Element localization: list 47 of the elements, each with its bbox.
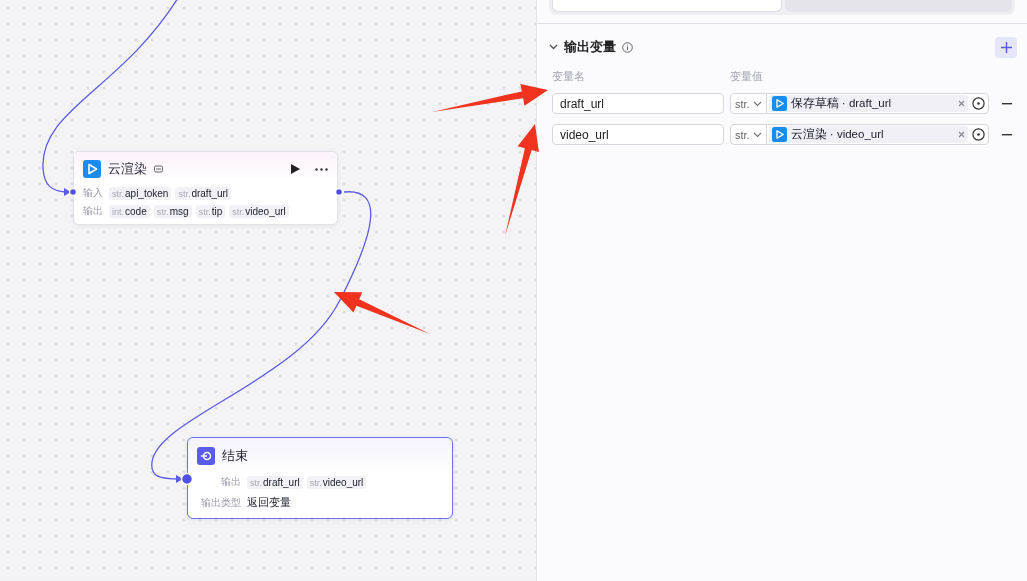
- variable-tag: str.video_url: [229, 204, 289, 218]
- close-icon[interactable]: [958, 100, 965, 107]
- remove-icon[interactable]: [1002, 133, 1012, 136]
- column-header: 变量值: [730, 69, 763, 84]
- play-logo-icon: [771, 96, 787, 111]
- section-title: 输出变量: [564, 38, 616, 56]
- port-dot[interactable]: [334, 187, 344, 197]
- port-dot[interactable]: [68, 187, 78, 197]
- variable-tag: str.api_token: [109, 186, 172, 200]
- outputs-label: 输出: [220, 475, 241, 489]
- add-button[interactable]: [995, 36, 1017, 58]
- output-type-label: 输出类型: [200, 495, 241, 510]
- inputs-label: 输入: [83, 186, 103, 200]
- variable-tag: str.video_url: [306, 475, 367, 489]
- chevron-icon: [752, 131, 762, 138]
- remove-icon[interactable]: [1002, 102, 1012, 105]
- target-icon[interactable]: [972, 97, 985, 110]
- exit-icon: [197, 447, 215, 465]
- name-field[interactable]: video_url: [552, 124, 724, 145]
- column-header: 变量名: [552, 69, 586, 84]
- reference-chip[interactable]: 云渲染 · video_url: [768, 126, 968, 143]
- reference-text: 云渲染 · video_url: [790, 127, 885, 142]
- node-title: 结束: [222, 447, 248, 465]
- node-title: 云渲染: [108, 160, 147, 178]
- variable-tag: str.draft_url: [247, 475, 303, 489]
- reference-text: 保存草稿 · draft_url: [790, 96, 893, 111]
- output-type-value: 返回变量: [247, 495, 291, 510]
- target-icon[interactable]: [972, 128, 985, 141]
- more-icon[interactable]: [315, 167, 328, 171]
- name-field[interactable]: draft_url: [552, 93, 724, 114]
- outputs-label: 输出: [83, 204, 103, 218]
- close-icon[interactable]: [958, 131, 965, 138]
- variable-tag: str.msg: [153, 204, 192, 218]
- play-icon[interactable]: [291, 164, 300, 174]
- play-logo-icon: [83, 160, 101, 178]
- reference-chip[interactable]: 保存草稿 · draft_url: [768, 95, 968, 112]
- chevron-icon[interactable]: [549, 44, 558, 50]
- info-icon[interactable]: [622, 41, 633, 53]
- variable-tag: str.tip: [195, 204, 226, 218]
- variable-tag: int.code: [109, 204, 150, 218]
- variable-tag: str.draft_url: [175, 186, 232, 200]
- port-dot[interactable]: [180, 472, 194, 486]
- play-logo-icon: [771, 127, 787, 142]
- plus-icon: [1000, 41, 1012, 53]
- type-select[interactable]: str.: [731, 94, 767, 113]
- chevron-icon: [752, 100, 762, 107]
- type-select[interactable]: str.: [731, 125, 767, 144]
